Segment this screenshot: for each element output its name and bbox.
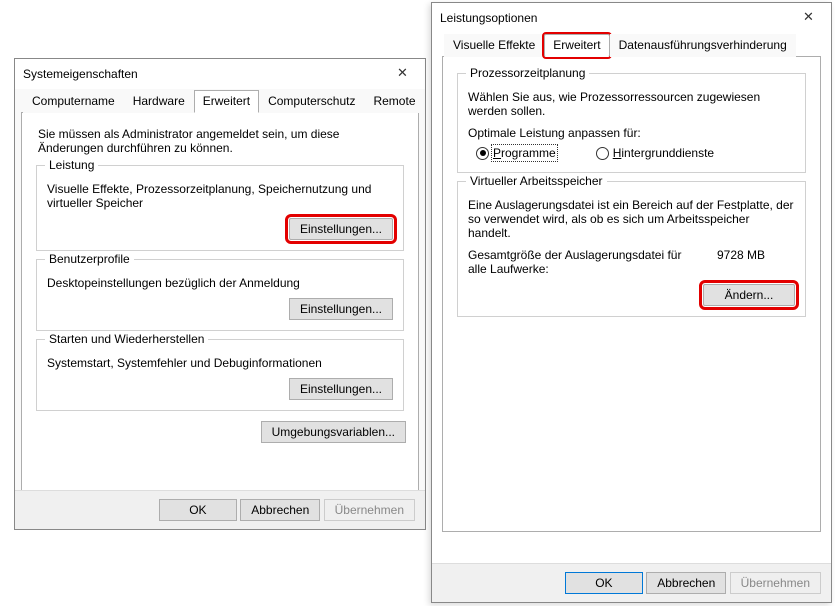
tab-hardware[interactable]: Hardware [124,90,194,113]
apply-button: Übernehmen [730,572,821,594]
radio-programme-label: Programme [493,146,556,160]
radio-programme[interactable]: Programme [476,146,556,160]
group-desc-benutzerprofile: Desktopeinstellungen bezüglich der Anmel… [47,276,393,290]
group-starten: Starten und Wiederherstellen Systemstart… [36,339,404,411]
sysprops-tabs: Computername Hardware Erweitert Computer… [21,89,419,113]
group-prozessorzeitplanung: Prozessorzeitplanung Wählen Sie aus, wie… [457,73,806,173]
vmem-size-value: 9728 MB [717,248,795,276]
group-desc-starten: Systemstart, Systemfehler und Debuginfor… [47,356,393,370]
tab-computerschutz[interactable]: Computerschutz [259,90,364,113]
settings-button-starten[interactable]: Einstellungen... [289,378,393,400]
env-variables-button[interactable]: Umgebungsvariablen... [261,421,406,443]
tab-dep[interactable]: Datenausführungsverhinderung [610,34,796,57]
cancel-button[interactable]: Abbrechen [646,572,726,594]
window-title-perfopts: Leistungsoptionen [440,11,537,25]
group-title-starten: Starten und Wiederherstellen [45,332,208,346]
group-desc-leistung: Visuelle Effekte, Prozessorzeitplanung, … [47,182,393,210]
group-virtueller-speicher: Virtueller Arbeitsspeicher Eine Auslager… [457,181,806,317]
group-benutzerprofile: Benutzerprofile Desktopeinstellungen bez… [36,259,404,331]
tab-remote[interactable]: Remote [364,90,424,113]
settings-button-benutzerprofile[interactable]: Einstellungen... [289,298,393,320]
sysprops-footer: OK Abbrechen Übernehmen [15,490,425,529]
group-title-benutzerprofile: Benutzerprofile [45,252,134,266]
tab-erweitert-perf[interactable]: Erweitert [544,34,609,57]
apply-button: Übernehmen [324,499,415,521]
tab-erweitert[interactable]: Erweitert [194,90,259,113]
tab-visuelle-effekte[interactable]: Visuelle Effekte [444,34,544,57]
radio-hintergrund-label: Hintergrunddienste [613,146,714,160]
close-icon[interactable]: ✕ [786,3,831,31]
titlebar-sysprops[interactable]: Systemeigenschaften ✕ [15,59,425,89]
admin-note: Sie müssen als Administrator angemeldet … [38,127,402,155]
vmem-size-label: Gesamtgröße der Auslagerungsdatei für al… [468,248,688,276]
cpu-opt-label: Optimale Leistung anpassen für: [468,126,795,140]
close-icon[interactable]: ✕ [380,59,425,87]
radio-icon [596,147,609,160]
settings-button-leistung[interactable]: Einstellungen... [289,218,393,240]
cancel-button[interactable]: Abbrechen [240,499,320,521]
performance-options-window: Leistungsoptionen ✕ Visuelle Effekte Erw… [431,2,832,603]
group-title-vmem: Virtueller Arbeitsspeicher [466,174,607,188]
titlebar-perfopts[interactable]: Leistungsoptionen ✕ [432,3,831,33]
perfopts-content: Prozessorzeitplanung Wählen Sie aus, wie… [442,57,821,532]
vmem-desc: Eine Auslagerungsdatei ist ein Bereich a… [468,198,795,240]
sysprops-content: Sie müssen als Administrator angemeldet … [21,113,419,527]
radio-icon [476,147,489,160]
perfopts-footer: OK Abbrechen Übernehmen [432,563,831,602]
change-button-vmem[interactable]: Ändern... [703,284,795,306]
group-title-leistung: Leistung [45,158,98,172]
group-leistung: Leistung Visuelle Effekte, Prozessorzeit… [36,165,404,251]
ok-button[interactable]: OK [159,499,237,521]
ok-button[interactable]: OK [565,572,643,594]
window-title: Systemeigenschaften [23,67,138,81]
tab-computername[interactable]: Computername [23,90,124,113]
system-properties-window: Systemeigenschaften ✕ Computername Hardw… [14,58,426,530]
radio-hintergrunddienste[interactable]: Hintergrunddienste [596,146,714,160]
perfopts-tabs: Visuelle Effekte Erweitert Datenausführu… [442,33,821,57]
cpu-desc: Wählen Sie aus, wie Prozessorressourcen … [468,90,795,118]
group-title-cpu: Prozessorzeitplanung [466,66,589,80]
